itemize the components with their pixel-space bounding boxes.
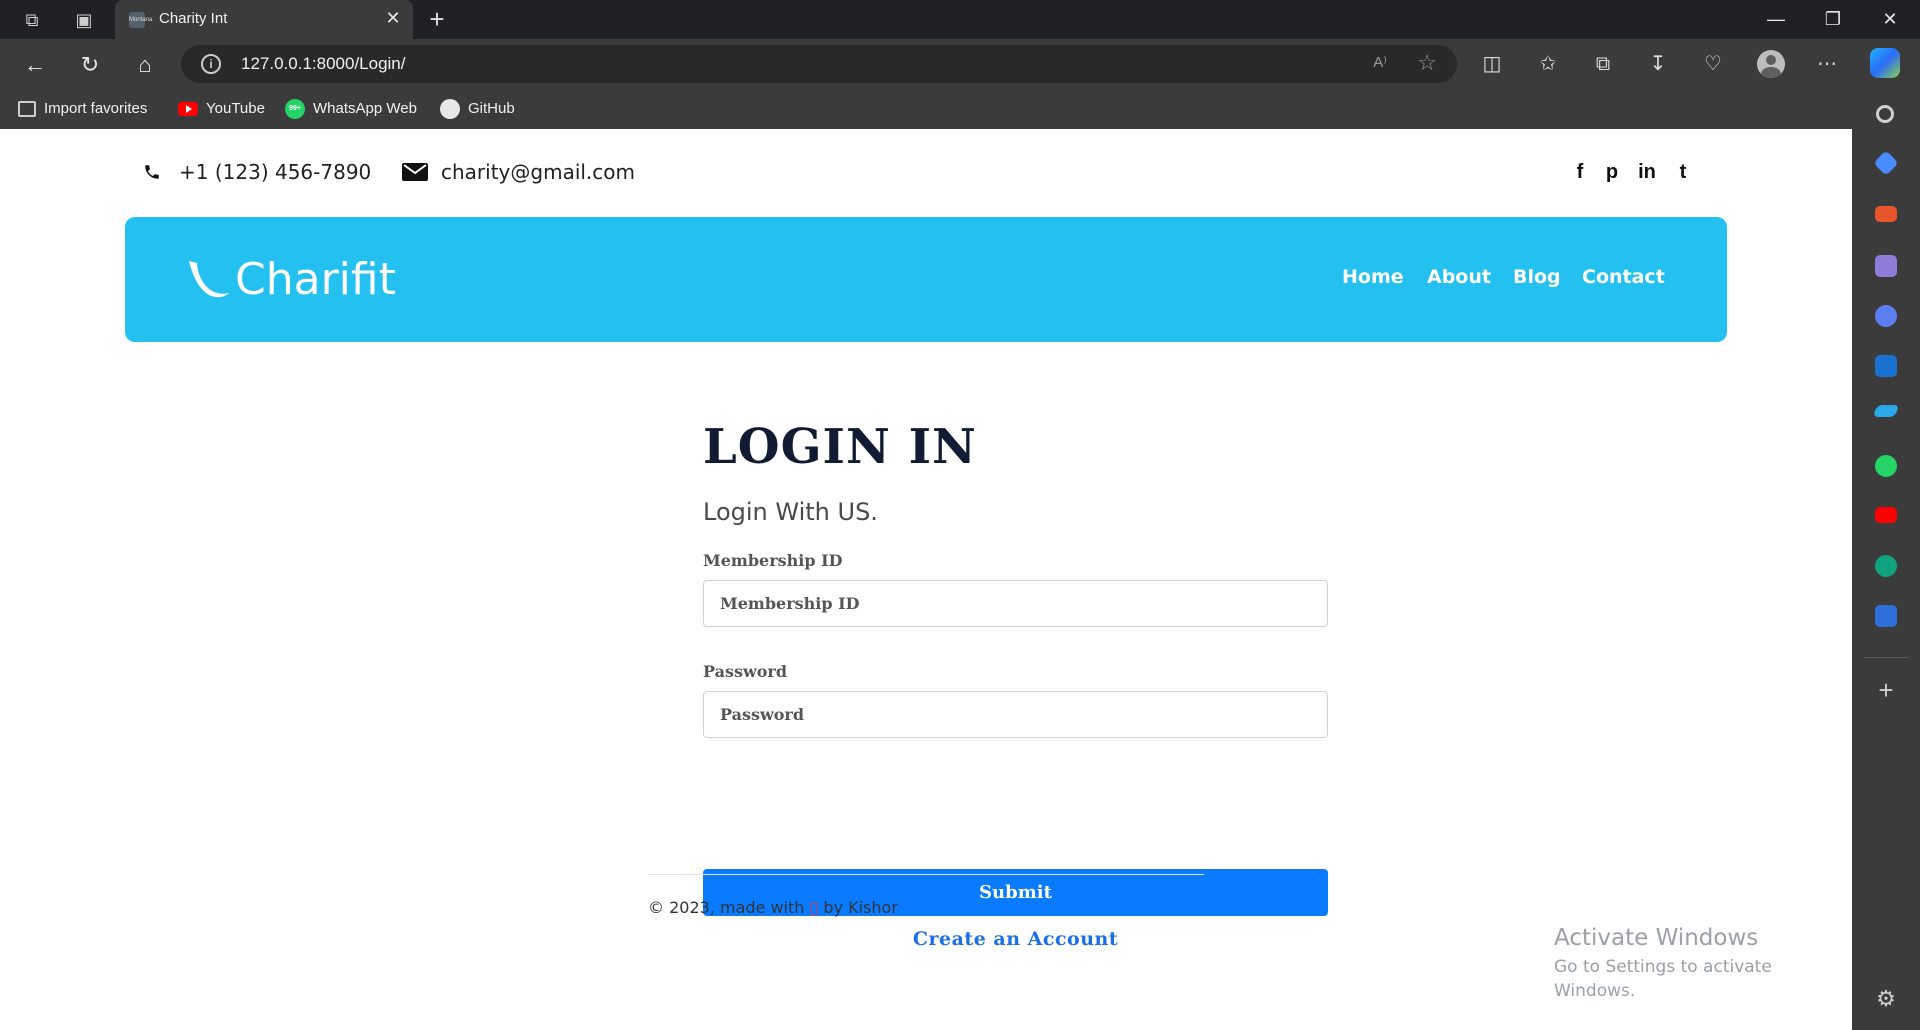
create-account-link[interactable]: Create an Account [703,926,1328,952]
email-address: charity@gmail.com [441,160,636,184]
collections-icon[interactable]: ⧉ [1588,49,1618,79]
page-subtitle: Login With US. [703,498,878,526]
email-contact: charity@gmail.com [402,159,635,185]
chatgpt-icon[interactable] [1875,555,1897,577]
bookmarks-bar: Import favorites YouTube 99+ WhatsApp Web… [0,89,1852,129]
tab-favicon-icon: Montana [129,12,152,28]
back-icon[interactable]: ← [20,51,50,79]
minimize-icon[interactable]: — [1758,5,1794,33]
address-bar[interactable]: i 127.0.0.1:8000/Login/ A⁾ ☆ [181,45,1457,83]
bookmark-import-favorites[interactable]: Import favorites [18,99,147,119]
copilot-icon[interactable] [1875,305,1897,327]
copilot-icon[interactable] [1870,48,1900,78]
youtube-icon[interactable] [1875,507,1897,523]
bookmark-label: Import favorites [44,100,148,117]
logo-leaf-icon [189,261,229,298]
settings-more-icon[interactable]: ⋯ [1812,49,1842,79]
bookmark-whatsapp[interactable]: 99+ WhatsApp Web [285,99,417,120]
bookmark-github[interactable]: GitHub [440,99,515,120]
send-icon[interactable] [1872,405,1900,417]
tag-icon[interactable] [1873,150,1899,176]
bookmark-label: YouTube [206,100,265,117]
new-tab-icon[interactable]: + [423,5,451,33]
watermark-title: Activate Windows [1554,925,1759,951]
address-url[interactable]: 127.0.0.1:8000/Login/ [241,54,405,74]
github-icon [440,99,460,120]
bookmark-label: WhatsApp Web [313,100,417,117]
browser-titlebar: ⧉ ▣ Montana Charity Int ✕ + — ❐ ✕ [0,0,1920,39]
browser-toolbar: ← ↻ ⌂ i 127.0.0.1:8000/Login/ A⁾ ☆ ◫ ✩ ⧉… [0,39,1920,89]
youtube-icon [178,102,198,117]
mail-icon [402,163,428,181]
contact-topbar: +1 (123) 456-7890 charity@gmail.com f p … [0,129,1852,217]
import-icon [18,101,36,118]
refresh-icon[interactable]: ↻ [75,51,105,79]
workspaces-icon[interactable]: ⧉ [20,8,44,32]
footer-text: © 2023, made with ▯ by Kishor [648,897,898,919]
site-info-icon[interactable]: i [201,54,221,74]
favorites-icon[interactable]: ✩ [1533,49,1563,79]
games-icon[interactable] [1875,255,1897,277]
heart-icon: ▯ [809,898,819,917]
nav-contact[interactable]: Contact [1582,265,1665,289]
downloads-icon[interactable]: ↧ [1643,49,1673,79]
twitter-icon[interactable]: t [1672,159,1694,185]
nav-blog[interactable]: Blog [1513,265,1561,289]
tab-close-icon[interactable]: ✕ [383,8,403,29]
web-page: +1 (123) 456-7890 charity@gmail.com f p … [0,129,1852,1030]
bookmark-youtube[interactable]: YouTube [178,99,265,119]
phone-icon [145,165,159,179]
browser-tab[interactable]: Montana Charity Int ✕ [115,0,413,39]
password-label: Password [703,662,788,681]
password-field[interactable] [703,691,1328,738]
briefcase-icon[interactable] [1875,206,1897,222]
tab-actions-icon[interactable]: ▣ [72,8,96,32]
browser-essentials-icon[interactable]: ♡ [1698,49,1728,79]
nav-about[interactable]: About [1427,265,1491,289]
footer-suffix: by Kishor [823,898,898,917]
nav-home[interactable]: Home [1342,265,1404,289]
linkedin-icon[interactable]: in [1636,159,1658,185]
close-window-icon[interactable]: ✕ [1872,5,1908,33]
activate-windows-watermark: Activate Windows Go to Settings to activ… [1554,923,1852,1003]
add-sidebar-app-icon[interactable]: + [1875,677,1897,703]
home-icon[interactable]: ⌂ [130,51,160,79]
bookmark-label: GitHub [468,100,515,117]
brand-name: Charifit [235,254,396,305]
page-title: LOGIN IN [703,419,977,475]
sidebar-settings-icon[interactable]: ⚙ [1875,988,1897,1010]
sidebar-divider [1864,657,1908,658]
search-icon[interactable] [1876,105,1894,123]
watermark-subtitle: Go to Settings to activate Windows. [1554,957,1772,1001]
footer-divider [648,874,1204,875]
outlook-icon[interactable] [1875,355,1897,377]
phone-number: +1 (123) 456-7890 [179,160,372,184]
edge-sidebar: + ⚙ [1852,89,1920,1030]
membership-id-field[interactable] [703,580,1328,627]
split-screen-icon[interactable]: ◫ [1477,49,1507,79]
site-header: Charifit Home About Blog Contact [125,217,1727,342]
tab-title: Charity Int [159,10,228,27]
pinterest-icon[interactable]: p [1601,159,1623,185]
phone-contact: +1 (123) 456-7890 [143,159,371,185]
profile-avatar[interactable] [1757,50,1785,78]
membership-id-label: Membership ID [703,551,843,570]
restore-icon[interactable]: ❐ [1815,5,1851,33]
favorite-star-icon[interactable]: ☆ [1417,50,1437,76]
translate-icon[interactable] [1875,605,1897,627]
whatsapp-icon[interactable] [1875,455,1897,477]
read-aloud-icon[interactable]: A⁾ [1373,53,1387,71]
footer-prefix: © 2023, made with [648,898,805,917]
whatsapp-icon: 99+ [285,99,305,120]
facebook-icon[interactable]: f [1569,159,1591,185]
